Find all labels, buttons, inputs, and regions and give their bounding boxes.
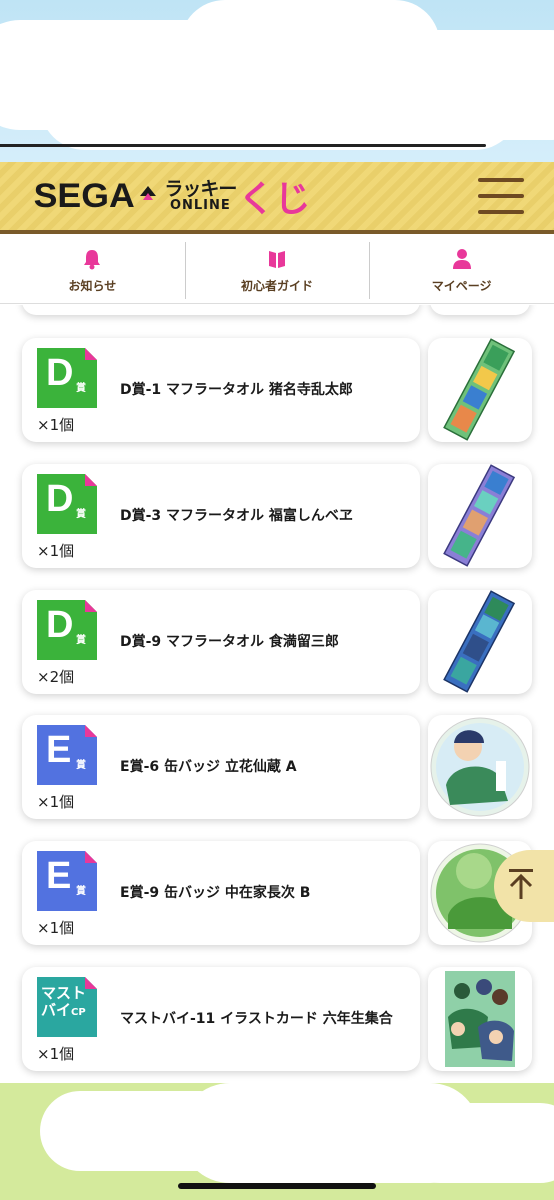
arrow-up-icon xyxy=(506,867,536,905)
menu-hamburger-icon[interactable] xyxy=(478,178,524,214)
logo-online-text: ONLINE xyxy=(169,198,231,213)
prize-name: E賞-6 缶バッジ 立花仙蔵 A xyxy=(120,758,297,775)
badge-letter: D xyxy=(46,604,74,646)
badge-sub: 賞 xyxy=(76,886,86,897)
badge-sub: 賞 xyxy=(76,509,86,520)
list-item[interactable]: D 賞 ×1個 D賞-3 マフラータオル 福富しんベヱ xyxy=(0,464,554,568)
logo-sega-text: SEGA xyxy=(33,176,135,215)
list-item[interactable]: D 賞 ×2個 D賞-9 マフラータオル 食満留三郎 xyxy=(0,590,554,694)
towel-thumbnail[interactable] xyxy=(428,338,532,442)
prize-quantity: ×1個 xyxy=(37,793,75,811)
prize-card[interactable]: D 賞 ×1個 D賞-3 マフラータオル 福富しんベヱ xyxy=(22,464,420,568)
e-prize-badge: E 賞 xyxy=(37,851,97,911)
tab-mypage-label: マイページ xyxy=(431,279,492,293)
prize-name: D賞-1 マフラータオル 猪名寺乱太郎 xyxy=(120,381,353,398)
site-logo[interactable]: SEGA ラッキー ONLINE くじ xyxy=(33,176,311,221)
badge-sub: 賞 xyxy=(76,635,86,646)
d-prize-badge: D 賞 xyxy=(37,348,97,408)
prize-name: マストバイ-11 イラストカード 六年生集合 xyxy=(120,1010,393,1027)
url-bar-underline xyxy=(0,144,486,147)
prize-card[interactable]: E 賞 ×1個 E賞-6 缶バッジ 立花仙蔵 A xyxy=(22,715,420,819)
tab-guide-label: 初心者ガイド xyxy=(241,279,314,293)
tab-beginner-guide[interactable]: 初心者ガイド xyxy=(184,238,370,303)
logo-lucky-text: ラッキー xyxy=(164,178,237,200)
prize-card[interactable]: E 賞 ×1個 E賞-9 缶バッジ 中在家長次 B xyxy=(22,841,420,945)
badge-letter: D xyxy=(46,478,74,520)
tab-news[interactable]: お知らせ xyxy=(0,238,185,303)
tab-news-label: お知らせ xyxy=(68,279,117,293)
badge-must-buy-text: マスト バイCP xyxy=(41,984,87,1019)
logo-mark-icon xyxy=(138,184,158,208)
prize-name: E賞-9 缶バッジ 中在家長次 B xyxy=(120,884,311,901)
list-item[interactable]: E 賞 ×1個 E賞-9 缶バッジ 中在家長次 B xyxy=(0,841,554,945)
logo-lucky-online: ラッキー ONLINE xyxy=(164,178,237,213)
badge-sub: 賞 xyxy=(76,760,86,771)
site-header: SEGA ラッキー ONLINE くじ xyxy=(0,162,554,234)
bell-icon xyxy=(81,247,103,271)
towel-thumbnail[interactable] xyxy=(428,464,532,568)
prize-quantity: ×1個 xyxy=(37,542,75,560)
prize-card[interactable]: マスト バイCP ×1個 マストバイ-11 イラストカード 六年生集合 xyxy=(22,967,420,1071)
prize-card[interactable]: D 賞 ×2個 D賞-9 マフラータオル 食満留三郎 xyxy=(22,590,420,694)
prize-quantity: ×2個 xyxy=(37,668,75,686)
prize-name: D賞-3 マフラータオル 福富しんベヱ xyxy=(120,507,353,524)
list-item[interactable]: E 賞 ×1個 E賞-6 缶バッジ 立花仙蔵 A xyxy=(0,715,554,819)
d-prize-badge: D 賞 xyxy=(37,474,97,534)
list-item-partial xyxy=(22,305,420,315)
tab-navigation: お知らせ 初心者ガイド マイページ xyxy=(0,238,554,304)
e-prize-badge: E 賞 xyxy=(37,725,97,785)
prize-card[interactable]: D 賞 ×1個 D賞-1 マフラータオル 猪名寺乱太郎 xyxy=(22,338,420,442)
logo-kuji-text: くじ xyxy=(238,179,311,220)
tab-my-page[interactable]: マイページ xyxy=(369,238,554,303)
prize-quantity: ×1個 xyxy=(37,919,75,937)
badge-letter: E xyxy=(46,855,72,897)
list-item[interactable]: マスト バイCP ×1個 マストバイ-11 イラストカード 六年生集合 xyxy=(0,967,554,1071)
illust-card-thumbnail[interactable] xyxy=(428,967,532,1071)
home-indicator[interactable] xyxy=(178,1183,376,1189)
prize-quantity: ×1個 xyxy=(37,1045,75,1063)
badge-letter: D xyxy=(46,352,74,394)
d-prize-badge: D 賞 xyxy=(37,600,97,660)
must-buy-cp-badge: マスト バイCP xyxy=(37,977,97,1037)
book-icon xyxy=(266,247,288,271)
list-item-partial-thumb xyxy=(430,305,530,315)
prize-list: D 賞 ×1個 D賞-1 マフラータオル 猪名寺乱太郎 D 賞 ×1個 D賞-3… xyxy=(0,305,554,1083)
prize-name: D賞-9 マフラータオル 食満留三郎 xyxy=(120,633,339,650)
sky-background xyxy=(0,0,554,162)
can-badge-thumbnail[interactable] xyxy=(428,715,532,819)
list-item[interactable]: D 賞 ×1個 D賞-1 マフラータオル 猪名寺乱太郎 xyxy=(0,338,554,442)
badge-letter: E xyxy=(46,729,72,771)
badge-sub: 賞 xyxy=(76,383,86,394)
towel-thumbnail[interactable] xyxy=(428,590,532,694)
prize-quantity: ×1個 xyxy=(37,416,75,434)
person-icon xyxy=(451,247,473,271)
